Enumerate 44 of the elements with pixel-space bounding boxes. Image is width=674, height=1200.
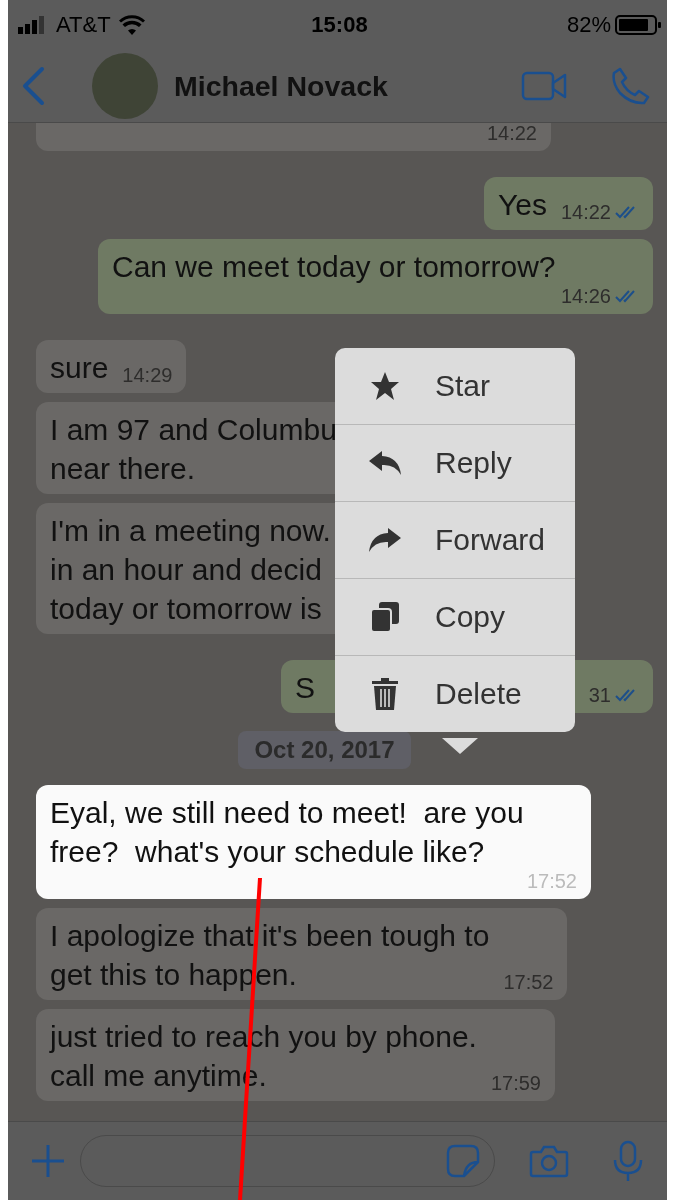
- message-time: 17:52: [503, 972, 554, 992]
- message-text: Eyal, we still need to meet! are you free? what's your schedule like?: [50, 795, 524, 870]
- phone-call-button[interactable]: [611, 66, 651, 106]
- carrier-name: AT&T: [56, 12, 111, 38]
- star-icon: [370, 371, 400, 401]
- message-text: Yes: [498, 187, 547, 223]
- copy-icon: [370, 601, 400, 633]
- battery-percent: 82%: [566, 12, 611, 38]
- menu-item[interactable]: Delete: [335, 656, 575, 732]
- video-call-button[interactable]: [521, 71, 567, 101]
- message-time: 14:26: [560, 286, 611, 306]
- menu-pointer: [442, 738, 478, 754]
- message-time: 31: [588, 685, 611, 705]
- message-time: 17:52: [526, 871, 577, 891]
- forward-arrow-icon: [368, 527, 402, 553]
- camera-button[interactable]: [529, 1144, 569, 1178]
- sticker-button[interactable]: [446, 1144, 480, 1178]
- message-time: 14:29: [122, 365, 173, 385]
- battery-icon: [615, 15, 661, 35]
- microphone-button[interactable]: [613, 1140, 643, 1182]
- message-text: Can we meet today or tomorrow?: [112, 249, 556, 285]
- selected-message-bubble[interactable]: Eyal, we still need to meet! are you free? what's your schedule like? 17:52: [36, 785, 591, 899]
- message-bubble[interactable]: Yes 14:22: [484, 177, 653, 230]
- trash-icon: [371, 677, 399, 711]
- message-text: S: [295, 670, 315, 706]
- message-text: sure: [50, 350, 109, 386]
- message-time: 14:22: [486, 123, 537, 143]
- message-text: I am 97 and Columbu near there.: [50, 412, 337, 487]
- reply-arrow-icon: [368, 450, 402, 476]
- add-button[interactable]: [30, 1143, 66, 1179]
- message-time: 17:59: [490, 1073, 541, 1093]
- menu-item[interactable]: Copy: [335, 579, 575, 656]
- wifi-icon: [118, 15, 145, 35]
- menu-item[interactable]: Reply: [335, 425, 575, 502]
- menu-item[interactable]: Star: [335, 348, 575, 425]
- date-chip: Oct 20, 2017: [238, 731, 411, 769]
- menu-item[interactable]: Forward: [335, 502, 575, 579]
- message-bubble[interactable]: Can we meet today or tomorrow? 14:26: [98, 239, 653, 314]
- message-text: I'm in a meeting now. in an hour and decid today or tomorrow is: [50, 513, 331, 627]
- message-bubble[interactable]: 14:22: [36, 123, 551, 151]
- message-bubble[interactable]: sure 14:29: [36, 340, 187, 393]
- message-time: 14:22: [560, 202, 611, 222]
- back-button[interactable]: [20, 66, 46, 106]
- clock-time: 15:08: [310, 12, 369, 38]
